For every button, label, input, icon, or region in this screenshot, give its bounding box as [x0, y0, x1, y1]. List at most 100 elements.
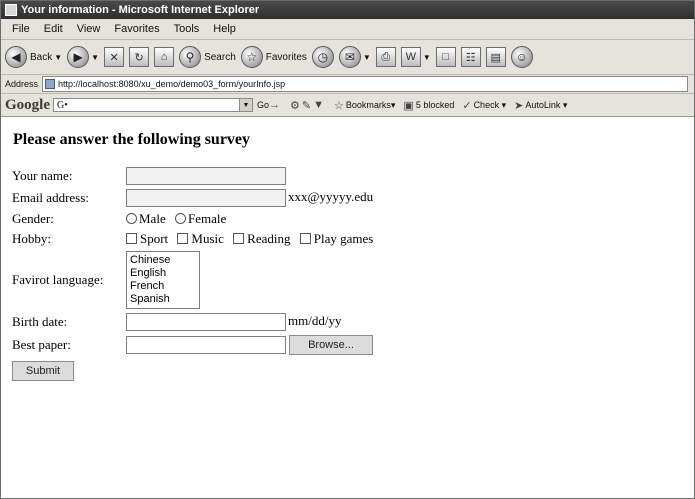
hobby-option-music[interactable]: Music: [177, 231, 224, 246]
edit-dropdown-icon[interactable]: ▼: [423, 53, 431, 62]
bookmarks-button[interactable]: ☆ Bookmarks▾: [334, 99, 395, 112]
stop-button[interactable]: ✕: [104, 47, 125, 67]
print-button[interactable]: ⎙: [375, 47, 396, 67]
favorites-label: Favorites: [265, 51, 307, 63]
favorites-star-icon: ☆: [240, 46, 263, 68]
spellcheck-button[interactable]: ✓ Check ▾: [462, 99, 506, 112]
hobby-label: Hobby:: [12, 231, 51, 247]
mail-button[interactable]: ✉ ▼: [338, 46, 371, 68]
submit-button[interactable]: Submit: [12, 361, 74, 382]
language-option[interactable]: Spanish: [130, 293, 196, 306]
hobby-option-reading[interactable]: Reading: [233, 231, 291, 247]
reading-label: Reading: [247, 231, 291, 247]
highlight-icon: ✎: [301, 99, 312, 112]
email-hint: xxx@yyyyy.edu: [288, 189, 374, 204]
hobby-option-play-games[interactable]: Play games: [299, 231, 374, 247]
back-arrow-icon: ◀: [5, 46, 27, 68]
search-button[interactable]: ⚲ Search: [179, 46, 236, 68]
forward-button[interactable]: ▶ ▼: [67, 46, 99, 68]
home-icon: ⌂: [154, 47, 175, 67]
research-icon: ▤: [485, 47, 506, 67]
file-path-input[interactable]: [126, 336, 286, 355]
window-title: Your information - Microsoft Internet Ex…: [21, 4, 260, 16]
gender-option-female[interactable]: Female: [174, 211, 227, 227]
birth-date-input[interactable]: [126, 313, 286, 332]
female-label: Female: [187, 211, 227, 227]
autolink-icon: ➤: [514, 99, 524, 112]
contacts-button[interactable]: ☺: [510, 46, 533, 68]
male-radio[interactable]: [126, 213, 137, 225]
name-row: Your name:: [11, 165, 380, 187]
email-input[interactable]: [126, 189, 286, 208]
search-label: Search: [204, 51, 236, 63]
popup-blocker-button[interactable]: ▣ 5 blocked: [403, 99, 454, 112]
forward-dropdown-icon[interactable]: ▼: [91, 53, 99, 62]
autolink-button[interactable]: ➤ AutoLink ▾: [514, 99, 567, 112]
address-url: http://localhost:8080/xu_demo/demo03_for…: [58, 79, 286, 89]
menu-file[interactable]: File: [5, 23, 37, 35]
paper-label: Best paper:: [12, 337, 71, 353]
history-button[interactable]: ◷: [311, 46, 334, 68]
messenger-icon: ☷: [460, 47, 481, 67]
menu-view[interactable]: View: [70, 23, 108, 35]
home-button[interactable]: ⌂: [154, 47, 175, 67]
google-search-value: G•: [57, 99, 68, 111]
google-toolbar: Google G• ▼ Go → ⚙ ✎ ▼ ☆ Bookmarks▾ ▣ 5 …: [1, 94, 694, 117]
search-icon: ⚲: [179, 46, 202, 68]
google-tools-icons[interactable]: ⚙ ✎ ▼: [290, 99, 326, 112]
female-radio[interactable]: [174, 213, 186, 225]
google-search-input[interactable]: G• ▼: [53, 98, 253, 112]
language-row: Favirot language: Chinese English French…: [11, 249, 380, 311]
gender-option-male[interactable]: Male: [126, 211, 166, 226]
browser-window: Your information - Microsoft Internet Ex…: [0, 0, 695, 499]
address-input[interactable]: http://localhost:8080/xu_demo/demo03_for…: [42, 76, 688, 92]
paper-row: Best paper: Browse...: [11, 333, 380, 357]
language-option[interactable]: French: [130, 280, 196, 293]
history-icon: ◷: [311, 46, 334, 68]
refresh-icon: ↻: [129, 47, 150, 67]
messenger-button[interactable]: ☷: [460, 47, 481, 67]
edit-page-icon: W: [400, 47, 421, 67]
mail-dropdown-icon[interactable]: ▼: [363, 53, 371, 62]
back-dropdown-icon[interactable]: ▼: [54, 53, 62, 62]
reading-checkbox[interactable]: [233, 233, 245, 245]
google-go-button[interactable]: Go →: [257, 99, 282, 111]
hobby-option-sport[interactable]: Sport: [126, 231, 168, 246]
menu-help[interactable]: Help: [206, 23, 243, 35]
browse-button[interactable]: Browse...: [289, 335, 373, 356]
hobby-row: Hobby: Sport Music Reading Play games: [11, 229, 380, 249]
autolink-label: AutoLink ▾: [525, 99, 568, 110]
back-button[interactable]: ◀ Back ▼: [5, 46, 62, 68]
language-listbox[interactable]: Chinese English French Spanish: [126, 251, 200, 310]
name-input[interactable]: [126, 167, 286, 185]
play-games-label: Play games: [313, 231, 374, 247]
menu-edit[interactable]: Edit: [37, 23, 70, 35]
stop-icon: ✕: [104, 47, 125, 67]
pagerank-icon: ⚙: [290, 99, 300, 112]
google-search-dropdown-icon[interactable]: ▼: [239, 99, 252, 111]
check-label: Check ▾: [473, 99, 507, 110]
gender-row: Gender: Male Female: [11, 209, 380, 229]
forward-arrow-icon: ▶: [67, 46, 90, 68]
menu-favorites[interactable]: Favorites: [107, 23, 166, 35]
popup-blocker-icon: ▣: [403, 99, 414, 112]
play-games-checkbox[interactable]: [299, 233, 311, 245]
edit-button[interactable]: W ▼: [400, 47, 431, 67]
mail-icon: ✉: [338, 46, 361, 68]
language-option[interactable]: Chinese: [130, 254, 196, 267]
male-label: Male: [139, 211, 166, 227]
menu-tools[interactable]: Tools: [167, 23, 207, 35]
email-row: Email address: xxx@yyyyy.edu: [11, 187, 380, 209]
email-label: Email address:: [12, 190, 89, 205]
back-label: Back: [30, 51, 53, 63]
sport-checkbox[interactable]: [126, 233, 137, 245]
refresh-button[interactable]: ↻: [129, 47, 150, 67]
google-logo: Google: [5, 96, 50, 113]
research-button[interactable]: ▤: [485, 47, 506, 67]
submit-row: Submit: [11, 357, 380, 383]
language-option[interactable]: English: [130, 267, 196, 280]
page-icon: [45, 79, 56, 89]
discuss-button[interactable]: □: [435, 47, 456, 67]
favorites-button[interactable]: ☆ Favorites: [240, 46, 307, 68]
music-checkbox[interactable]: [177, 233, 189, 245]
